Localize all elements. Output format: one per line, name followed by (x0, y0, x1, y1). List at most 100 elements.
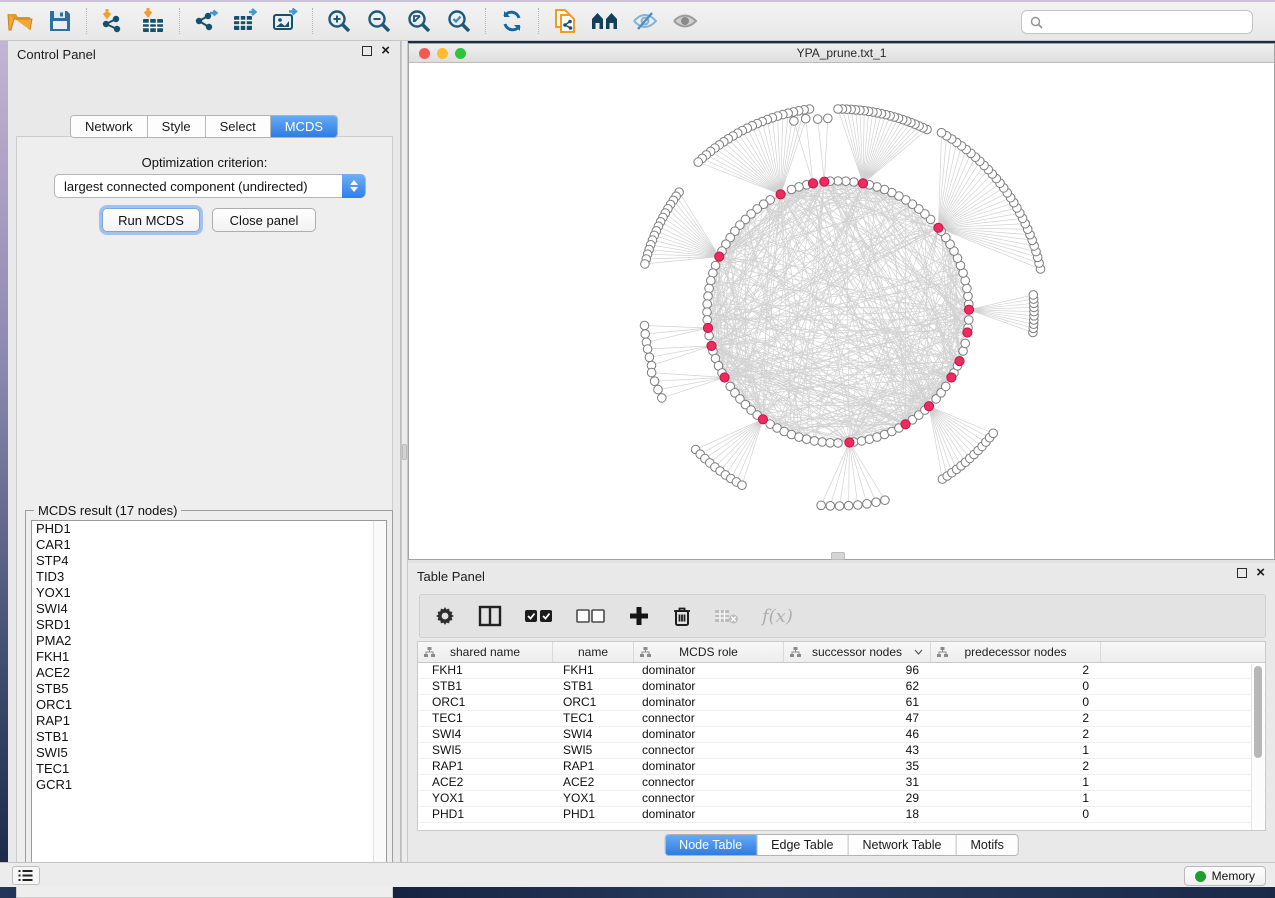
column-header-blank[interactable] (1101, 642, 1265, 662)
tab-select[interactable]: Select (206, 116, 271, 137)
close-table-panel-icon[interactable]: × (1256, 568, 1265, 578)
task-history-button[interactable] (12, 866, 40, 885)
node-table-body: FKH1FKH1dominator962STB1STB1dominator620… (418, 663, 1265, 823)
mcds-result-groupbox: MCDS result (17 nodes) PHD1CAR1STP4TID3Y… (25, 510, 393, 878)
mcds-result-item[interactable]: TEC1 (32, 761, 386, 777)
run-mcds-button[interactable]: Run MCDS (102, 208, 200, 232)
mcds-result-item[interactable]: STP4 (32, 553, 386, 569)
memory-button-label: Memory (1212, 869, 1255, 883)
open-file-icon[interactable] (0, 5, 40, 37)
table-row[interactable]: PHD1PHD1dominator180 (418, 807, 1265, 823)
table-scrollbar[interactable] (1251, 664, 1264, 830)
control-panel-tabs: NetworkStyleSelectMCDS (70, 115, 338, 138)
table-row[interactable]: STB1STB1dominator620 (418, 679, 1265, 695)
wallpaper-left-strip (0, 41, 8, 862)
tab-network[interactable]: Network (71, 116, 148, 137)
mcds-result-item[interactable]: FKH1 (32, 649, 386, 665)
network-view-canvas[interactable] (409, 63, 1274, 559)
refresh-icon[interactable] (492, 5, 532, 37)
show-all-icon[interactable] (665, 5, 705, 37)
desktop: Control Panel × NetworkStyleSelectMCDS O… (0, 0, 1275, 898)
export-image-icon[interactable] (266, 5, 306, 37)
table-settings-gear-icon[interactable] (434, 605, 456, 627)
function-builder-icon-disabled: f(x) (762, 606, 793, 627)
save-session-icon[interactable] (40, 5, 80, 37)
zoom-selected-icon[interactable] (439, 5, 479, 37)
column-header-name[interactable]: name (553, 642, 634, 662)
float-panel-icon[interactable] (362, 46, 372, 56)
table-row[interactable]: TEC1TEC1connector472 (418, 711, 1265, 727)
table-row[interactable]: FKH1FKH1dominator962 (418, 663, 1265, 679)
tab-style[interactable]: Style (148, 116, 206, 137)
toolbar-separator (538, 8, 539, 34)
table-row[interactable]: YOX1YOX1connector291 (418, 791, 1265, 807)
mcds-result-item[interactable]: RAP1 (32, 713, 386, 729)
mcds-tab-content: Optimization criterion: largest connecte… (16, 136, 393, 898)
mcds-result-item[interactable]: PHD1 (32, 521, 386, 537)
mcds-result-items: PHD1CAR1STP4TID3YOX1SWI4SRD1PMA2FKH1ACE2… (32, 521, 386, 793)
column-header-predecessor-nodes[interactable]: predecessor nodes (931, 642, 1101, 662)
mcds-result-item[interactable]: ACE2 (32, 665, 386, 681)
mcds-result-item[interactable]: SWI5 (32, 745, 386, 761)
criterion-selected-value: largest connected component (undirected) (64, 179, 308, 194)
horizontal-splitter-handle[interactable] (831, 552, 845, 560)
mcds-result-item[interactable]: YOX1 (32, 585, 386, 601)
add-column-icon[interactable] (628, 605, 650, 627)
table-row[interactable]: SWI4SWI4dominator462 (418, 727, 1265, 743)
task-list-icon (18, 869, 34, 882)
control-panel-title: Control Panel (8, 47, 96, 62)
vertical-splitter[interactable] (401, 41, 408, 862)
table-row[interactable]: RAP1RAP1dominator352 (418, 759, 1265, 775)
select-all-icon[interactable] (524, 607, 554, 625)
show-column-icon[interactable] (478, 605, 502, 627)
mcds-result-list[interactable]: PHD1CAR1STP4TID3YOX1SWI4SRD1PMA2FKH1ACE2… (31, 520, 387, 872)
import-table-icon[interactable] (133, 5, 173, 37)
vertical-splitter-handle[interactable] (402, 444, 407, 460)
float-table-panel-icon[interactable] (1237, 568, 1247, 578)
delete-column-icon[interactable] (672, 605, 692, 627)
column-header-shared-name[interactable]: shared name (418, 642, 553, 662)
column-header-successor-nodes[interactable]: successor nodes (784, 642, 931, 662)
table-row[interactable]: ACE2ACE2connector311 (418, 775, 1265, 791)
table-panel-tabs: Node TableEdge TableNetwork TableMotifs (664, 834, 1019, 856)
mcds-list-scrollbar[interactable] (373, 521, 386, 871)
mcds-result-item[interactable]: STB5 (32, 681, 386, 697)
mcds-result-item[interactable]: CAR1 (32, 537, 386, 553)
import-network-icon[interactable] (93, 5, 133, 37)
table-row[interactable]: SWI5SWI5connector431 (418, 743, 1265, 759)
close-panel-icon[interactable]: × (381, 46, 390, 56)
tab-mcds[interactable]: MCDS (271, 116, 337, 137)
zoom-in-icon[interactable] (319, 5, 359, 37)
control-panel-titlebar: Control Panel × (8, 41, 400, 67)
search-box[interactable] (1021, 10, 1253, 34)
zoom-out-icon[interactable] (359, 5, 399, 37)
mcds-result-item[interactable]: SRD1 (32, 617, 386, 633)
column-header-MCDS-role[interactable]: MCDS role (634, 642, 784, 662)
export-network-icon[interactable] (186, 5, 226, 37)
toolbar-separator (312, 8, 313, 34)
zoom-fit-icon[interactable] (399, 5, 439, 37)
table-scrollbar-thumb[interactable] (1254, 666, 1262, 758)
first-neighbors-icon[interactable] (585, 5, 625, 37)
criterion-select[interactable]: largest connected component (undirected) (54, 174, 366, 198)
export-table-icon[interactable] (226, 5, 266, 37)
tab-edge-table[interactable]: Edge Table (757, 835, 848, 855)
deselect-all-icon[interactable] (576, 607, 606, 625)
tab-node-table[interactable]: Node Table (665, 835, 757, 855)
memory-button[interactable]: Memory (1184, 866, 1266, 886)
network-graph[interactable] (409, 63, 1274, 559)
table-row[interactable]: ORC1ORC1dominator610 (418, 695, 1265, 711)
search-input[interactable] (1049, 15, 1244, 29)
new-network-from-selection-icon[interactable] (545, 5, 585, 37)
mcds-result-item[interactable]: SWI4 (32, 601, 386, 617)
mcds-result-item[interactable]: PMA2 (32, 633, 386, 649)
network-window-titlebar[interactable]: YPA_prune.txt_1 (409, 44, 1274, 63)
mcds-result-item[interactable]: GCR1 (32, 777, 386, 793)
tab-network-table[interactable]: Network Table (849, 835, 957, 855)
mcds-result-item[interactable]: ORC1 (32, 697, 386, 713)
close-panel-button[interactable]: Close panel (212, 208, 316, 232)
hide-selected-icon[interactable] (625, 5, 665, 37)
mcds-result-item[interactable]: TID3 (32, 569, 386, 585)
tab-motifs[interactable]: Motifs (956, 835, 1017, 855)
mcds-result-item[interactable]: STB1 (32, 729, 386, 745)
